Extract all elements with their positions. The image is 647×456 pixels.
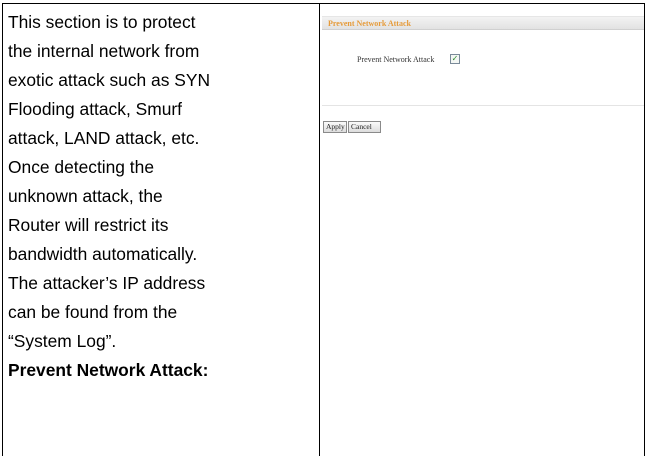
apply-button[interactable]: Apply xyxy=(323,121,347,133)
description-line: Flooding attack, Smurf xyxy=(8,99,182,119)
description-line: can be found from the xyxy=(8,302,178,322)
description-line: Router will restrict its xyxy=(8,215,169,235)
router-settings-screenshot: Prevent Network Attack Prevent Network A… xyxy=(322,5,644,151)
prevent-attack-label: Prevent Network Attack xyxy=(357,55,435,64)
field-heading: Prevent Network Attack: xyxy=(8,360,209,380)
description-line: the internal network from xyxy=(8,41,200,61)
column-divider xyxy=(319,4,320,456)
separator xyxy=(322,105,644,106)
cancel-button[interactable]: Cancel xyxy=(348,121,381,133)
description-line: attack, LAND attack, etc. xyxy=(8,128,200,148)
section-title: Prevent Network Attack xyxy=(328,19,411,28)
description-line: The attacker’s IP address xyxy=(8,273,206,293)
description-line: Once detecting the xyxy=(8,157,154,177)
prevent-attack-checkbox[interactable]: ✓ xyxy=(450,54,460,64)
description-line: unknown attack, the xyxy=(8,186,163,206)
description-column: This section is to protect the internal … xyxy=(8,8,313,385)
description-line: exotic attack such as SYN xyxy=(8,70,211,90)
description-line: This section is to protect xyxy=(8,12,196,32)
description-line: bandwidth automatically. xyxy=(8,244,198,264)
description-line: “System Log”. xyxy=(8,331,117,351)
section-header: Prevent Network Attack xyxy=(322,16,644,30)
